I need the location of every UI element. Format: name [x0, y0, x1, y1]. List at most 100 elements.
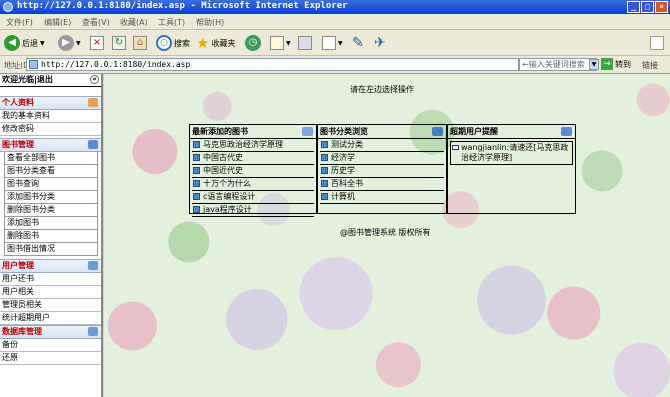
select-operation-prompt: 请在左边选择操作	[350, 85, 414, 94]
history-button[interactable]: ◷	[245, 34, 261, 52]
bullet-icon	[321, 141, 328, 148]
category-link[interactable]: 百科全书	[320, 178, 444, 191]
welcome-logout-link[interactable]: 欢迎光临|退出	[2, 75, 53, 84]
book-link[interactable]: java程序设计	[192, 204, 314, 217]
section-title: 图书管理	[2, 140, 34, 149]
panel-icon	[432, 127, 443, 136]
sidebar-item-add-book[interactable]: 添加图书	[4, 217, 98, 230]
sidebar-item-book-search[interactable]: 图书查询	[4, 178, 98, 191]
search-button[interactable]: ○ 搜索	[156, 34, 190, 52]
home-icon: ⌂	[133, 36, 147, 50]
section-icon	[88, 261, 98, 270]
favorites-button[interactable]: ★ 收藏夹	[196, 34, 235, 52]
refresh-icon: ↻	[112, 36, 126, 50]
sidebar-header: 欢迎光临|退出 «	[0, 74, 101, 87]
book-link[interactable]: 马克思政治经济学原理	[192, 139, 314, 152]
sidebar-item-return-book[interactable]: 用户还书	[0, 273, 101, 286]
category-name: 计算机	[331, 192, 355, 201]
favorites-label: 收藏夹	[211, 38, 236, 48]
sidebar-item-admin-related[interactable]: 管理员相关	[0, 299, 101, 312]
menu-edit[interactable]: 编辑(E)	[44, 17, 71, 28]
search-label: 搜索	[174, 38, 190, 48]
back-arrow-icon: ◀	[4, 35, 20, 51]
section-personal[interactable]: 个人资料	[0, 96, 101, 110]
book-link[interactable]: c语言编程设计	[192, 191, 314, 204]
address-input[interactable]: http://127.0.0.1:8180/index.asp	[26, 58, 519, 71]
book-title: 马克思政治经济学原理	[203, 140, 283, 149]
minimize-button[interactable]: _	[627, 1, 640, 13]
ie-logo-icon	[3, 2, 13, 12]
bullet-icon	[321, 193, 328, 200]
print-icon	[298, 36, 312, 50]
sidebar-item-backup[interactable]: 备份	[0, 339, 101, 352]
section-book-management[interactable]: 图书管理	[0, 138, 101, 152]
sidebar-item-delete-book[interactable]: 删除图书	[4, 230, 98, 243]
menu-help[interactable]: 帮助(H)	[196, 17, 224, 28]
maximize-button[interactable]: □	[641, 1, 654, 13]
book-title: c语言编程设计	[203, 192, 256, 201]
menu-favorites[interactable]: 收藏(A)	[120, 17, 148, 28]
panel-title-text: 超期用户提醒	[450, 127, 498, 136]
section-database-management[interactable]: 数据库管理	[0, 325, 101, 339]
book-link[interactable]: 中国近代史	[192, 165, 314, 178]
search-icon: ○	[156, 35, 172, 51]
discuss-button[interactable]: ✎	[352, 34, 364, 52]
panel-category-browse: 图书分类浏览 测试分类 经济学 历史学 百科全书 计算机	[317, 124, 447, 214]
edit-button[interactable]: ▼	[322, 34, 343, 52]
back-button[interactable]: ◀ 后退 ▼	[4, 34, 45, 52]
section-title: 用户管理	[2, 261, 34, 270]
go-button[interactable]: → 转到	[601, 58, 631, 70]
category-link[interactable]: 测试分类	[320, 139, 444, 152]
menu-tools[interactable]: 工具(T)	[158, 17, 185, 28]
overdue-reminder-item[interactable]: wangjianlin:请速还[马克思政治经济学原理]	[450, 141, 573, 165]
forward-button[interactable]: ▶ ▼	[58, 34, 81, 52]
panel-latest-books: 最新添加的图书 马克思政治经济学原理 中国古代史 中国近代史 十万个为什么 c语…	[189, 124, 317, 217]
sidebar-item-user-related[interactable]: 用户相关	[0, 286, 101, 299]
bullet-icon	[193, 141, 200, 148]
menu-file[interactable]: 文件(F)	[6, 17, 33, 28]
category-link[interactable]: 历史学	[320, 165, 444, 178]
menu-view[interactable]: 查看(V)	[82, 17, 110, 28]
close-button[interactable]: ×	[655, 1, 668, 13]
category-link[interactable]: 计算机	[320, 191, 444, 204]
address-dropdown-icon[interactable]: ▼	[589, 59, 599, 70]
bullet-icon	[321, 180, 328, 187]
sidebar-item-overdue-users[interactable]: 统计超期用户	[0, 312, 101, 325]
book-title: 中国近代史	[203, 166, 243, 175]
collapse-icon[interactable]: «	[90, 75, 99, 84]
sidebar-item-delete-category[interactable]: 删除图书分类	[4, 204, 98, 217]
sidebar-item-my-profile[interactable]: 我的基本资料	[0, 110, 101, 123]
section-user-management[interactable]: 用户管理	[0, 259, 101, 273]
panel-title: 图书分类浏览	[318, 125, 446, 139]
sidebar-item-add-category[interactable]: 添加图书分类	[4, 191, 98, 204]
mail-icon	[270, 36, 284, 50]
book-title: 十万个为什么	[203, 179, 251, 188]
envelope-icon	[452, 145, 459, 150]
dropdown-icon: ▼	[40, 39, 45, 47]
sidebar-item-all-books[interactable]: 查看全部图书	[4, 152, 98, 165]
stop-button[interactable]: ×	[90, 34, 104, 52]
category-link[interactable]: 经济学	[320, 152, 444, 165]
mail-button[interactable]: ▼	[270, 34, 291, 52]
book-link[interactable]: 中国古代史	[192, 152, 314, 165]
sidebar-item-change-password[interactable]: 修改密码	[0, 123, 101, 136]
dropdown-icon: ▼	[338, 39, 343, 47]
panel-overdue-reminder: 超期用户提醒 wangjianlin:请速还[马克思政治经济学原理]	[447, 124, 576, 214]
book-link[interactable]: 十万个为什么	[192, 178, 314, 191]
panel-title: 最新添加的图书	[190, 125, 316, 139]
links-button[interactable]: 链接	[642, 60, 658, 71]
panel-title: 超期用户提醒	[448, 125, 575, 139]
category-name: 百科全书	[331, 179, 363, 188]
messenger-button[interactable]: ✈	[374, 34, 386, 52]
home-button[interactable]: ⌂	[133, 34, 147, 52]
dropdown-icon: ▼	[76, 39, 81, 47]
history-icon: ◷	[245, 35, 261, 51]
refresh-button[interactable]: ↻	[112, 34, 126, 52]
sidebar-item-browse-categories[interactable]: 图书分类查看	[4, 165, 98, 178]
sidebar-item-restore[interactable]: 还原	[0, 352, 101, 365]
sidebar: 欢迎光临|退出 « 个人资料 我的基本资料 修改密码 图书管理 查看全部图书 图…	[0, 74, 103, 397]
keyword-search-input[interactable]: ←输入关键词搜索	[519, 58, 597, 71]
window-title: http://127.0.0.1:8180/index.asp - Micros…	[17, 1, 348, 11]
sidebar-item-lending-status[interactable]: 图书借出情况	[4, 243, 98, 256]
print-button[interactable]	[298, 34, 312, 52]
